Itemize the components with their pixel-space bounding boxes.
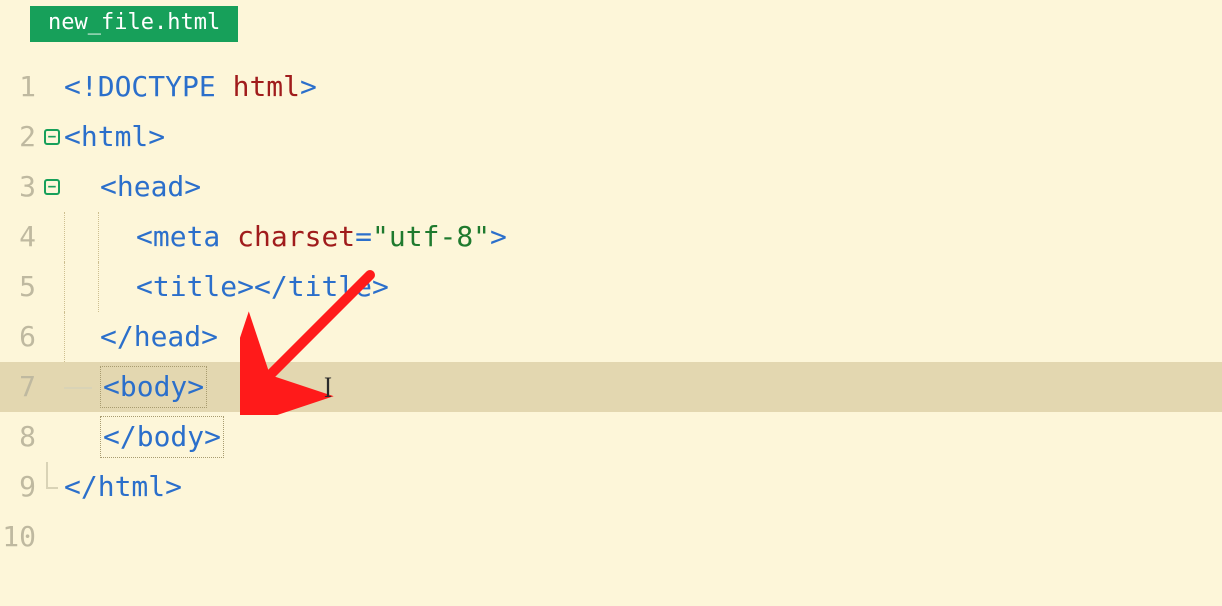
tag-token: html — [98, 470, 165, 503]
fold-gutter — [40, 62, 64, 112]
fold-gutter — [40, 212, 64, 262]
code-line[interactable]: 3 − <head> — [0, 162, 1222, 212]
code-text[interactable]: <html> — [64, 112, 1222, 162]
attr-token: charset — [237, 220, 355, 253]
code-text[interactable]: </head> — [100, 312, 1222, 362]
punct: > — [184, 170, 201, 203]
code-line-active[interactable]: 7 <body> — [0, 362, 1222, 412]
file-tab[interactable]: new_file.html — [30, 6, 238, 42]
tag-token: head — [117, 170, 184, 203]
file-tab-label: new_file.html — [48, 10, 220, 35]
punct: < — [103, 370, 120, 403]
tag-token: head — [134, 320, 201, 353]
fold-gutter: − — [40, 112, 64, 162]
line-number: 8 — [0, 412, 40, 462]
matching-tag-highlight: </body> — [100, 416, 224, 458]
fold-toggle-icon[interactable]: − — [44, 179, 60, 195]
tag-token: meta — [153, 220, 220, 253]
tag-token: html — [81, 120, 148, 153]
keyword-token: html — [233, 70, 300, 103]
indent-guide — [100, 212, 136, 262]
punct: > — [300, 70, 317, 103]
punct: < — [64, 470, 81, 503]
code-text[interactable]: <title></title> — [136, 262, 1222, 312]
tag-token: body — [137, 420, 204, 453]
punct: = — [355, 220, 372, 253]
indent-guide — [64, 412, 100, 462]
matching-tag-highlight: <body> — [100, 366, 207, 408]
fold-end-icon — [46, 462, 58, 489]
tag-token: title — [288, 270, 372, 303]
line-number: 9 — [0, 462, 40, 512]
indent-guide — [64, 262, 100, 312]
fold-toggle-icon[interactable]: − — [44, 129, 60, 145]
code-line[interactable]: 1 <!DOCTYPE html> — [0, 62, 1222, 112]
punct: > — [187, 370, 204, 403]
fold-gutter — [40, 512, 64, 562]
indent-guide — [64, 212, 100, 262]
string-token: "utf-8" — [372, 220, 490, 253]
punct: < — [254, 270, 271, 303]
punct: > — [372, 270, 389, 303]
punct: < — [100, 170, 117, 203]
punct: < — [136, 220, 153, 253]
code-text[interactable] — [64, 512, 1222, 562]
indent-guide — [64, 362, 100, 412]
fold-gutter: − — [40, 162, 64, 212]
code-text[interactable]: <meta charset="utf-8"> — [136, 212, 1222, 262]
code-text[interactable]: <!DOCTYPE html> — [64, 62, 1222, 112]
punct: > — [165, 470, 182, 503]
punct: < — [136, 270, 153, 303]
code-line[interactable]: 10 — [0, 512, 1222, 562]
indent-guide — [64, 312, 100, 362]
code-line[interactable]: 5 <title></title> — [0, 262, 1222, 312]
indent-guide — [64, 162, 100, 212]
line-number: 6 — [0, 312, 40, 362]
tag-token: body — [120, 370, 187, 403]
punct: > — [237, 270, 254, 303]
punct: < — [64, 70, 81, 103]
fold-gutter — [40, 412, 64, 462]
line-number: 1 — [0, 62, 40, 112]
punct: < — [100, 320, 117, 353]
line-number: 7 — [0, 362, 40, 412]
code-line[interactable]: 2 − <html> — [0, 112, 1222, 162]
code-text[interactable]: <head> — [100, 162, 1222, 212]
fold-connector-icon — [64, 387, 92, 389]
code-text[interactable]: </body> — [100, 412, 1222, 462]
code-line[interactable]: 8 </body> — [0, 412, 1222, 462]
code-text[interactable]: </html> — [64, 462, 1222, 512]
punct: > — [201, 320, 218, 353]
fold-gutter — [40, 262, 64, 312]
punct: > — [490, 220, 507, 253]
fold-gutter — [40, 312, 64, 362]
punct: / — [117, 320, 134, 353]
tag-token: title — [153, 270, 237, 303]
code-line[interactable]: 4 <meta charset="utf-8"> — [0, 212, 1222, 262]
punct: / — [271, 270, 288, 303]
line-number: 3 — [0, 162, 40, 212]
punct: > — [204, 420, 221, 453]
punct: < — [103, 420, 120, 453]
punct: ! — [81, 70, 98, 103]
line-number: 5 — [0, 262, 40, 312]
line-number: 10 — [0, 512, 40, 562]
code-text[interactable]: <body> — [100, 362, 1222, 412]
indent-guide — [100, 262, 136, 312]
fold-gutter — [40, 362, 64, 412]
punct: < — [64, 120, 81, 153]
punct: / — [81, 470, 98, 503]
doctype-token: DOCTYPE — [98, 70, 216, 103]
tab-bar: new_file.html — [0, 0, 1222, 42]
code-line[interactable]: 6 </head> — [0, 312, 1222, 362]
punct: / — [120, 420, 137, 453]
line-number: 4 — [0, 212, 40, 262]
fold-gutter — [40, 462, 64, 512]
punct: > — [148, 120, 165, 153]
code-editor[interactable]: 1 <!DOCTYPE html> 2 − <html> 3 − <head> … — [0, 42, 1222, 562]
code-line[interactable]: 9 </html> — [0, 462, 1222, 512]
line-number: 2 — [0, 112, 40, 162]
